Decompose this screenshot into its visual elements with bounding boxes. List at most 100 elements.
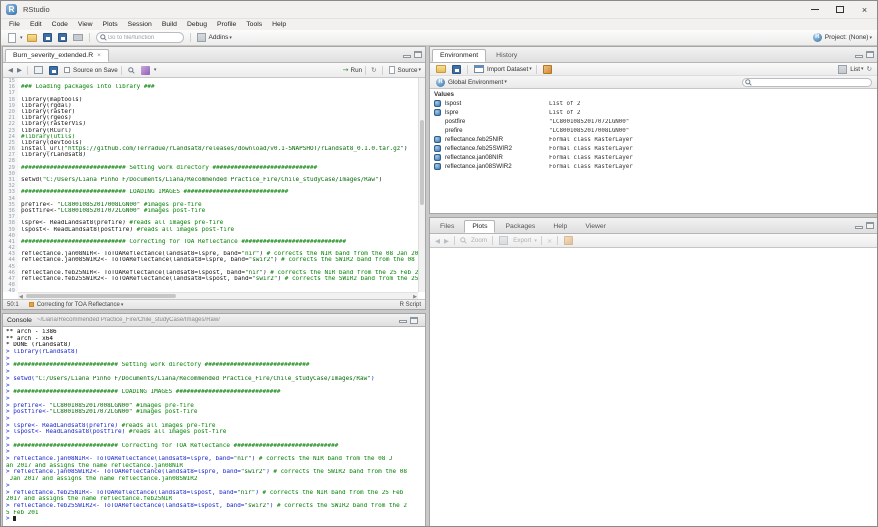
menu-edit[interactable]: Edit	[25, 21, 47, 28]
open-file-icon[interactable]	[27, 34, 37, 42]
source-on-save-checkbox[interactable]	[64, 67, 70, 73]
remove-plot-icon[interactable]: ×	[547, 237, 552, 245]
menu-code[interactable]: Code	[47, 21, 73, 28]
print-icon[interactable]	[73, 34, 83, 41]
object-value: Formal class RasterLayer	[549, 146, 633, 152]
new-file-caret-icon[interactable]: ▾	[20, 35, 23, 41]
maximize-pane-icon[interactable]	[866, 222, 874, 229]
workspace-panes-icon[interactable]	[197, 33, 206, 42]
tab-viewer[interactable]: Viewer	[577, 220, 614, 233]
menu-help[interactable]: Help	[267, 21, 291, 28]
minimize-button[interactable]	[802, 1, 827, 18]
tab-plots[interactable]: Plots	[464, 220, 495, 233]
menu-profile[interactable]: Profile	[212, 21, 241, 28]
show-in-new-window-icon[interactable]	[34, 66, 43, 74]
environment-item[interactable]: lspostList of 2	[430, 99, 877, 108]
environment-item[interactable]: postfire"LC80010852017072LGN00"	[430, 117, 877, 126]
source-button[interactable]: Source	[398, 67, 418, 74]
close-button[interactable]: ×	[852, 1, 877, 18]
back-icon[interactable]: ◀	[8, 66, 13, 74]
menu-file[interactable]: File	[4, 21, 25, 28]
minimize-pane-icon[interactable]	[403, 55, 411, 58]
maximize-pane-icon[interactable]	[414, 51, 422, 58]
next-plot-icon[interactable]: ▶	[444, 237, 449, 245]
spacer-icon	[434, 118, 441, 125]
maximize-pane-icon[interactable]	[410, 317, 418, 324]
tab-history[interactable]: History	[488, 49, 525, 62]
maximize-pane-icon[interactable]	[866, 51, 874, 58]
environment-item[interactable]: reflectance.feb25NIRFormal class RasterL…	[430, 135, 877, 144]
list-view-button[interactable]: List	[850, 66, 860, 73]
previous-plot-icon[interactable]: ◀	[435, 237, 440, 245]
editor-vertical-scrollbar[interactable]	[418, 78, 425, 292]
console-output-line: ** arch - x64	[6, 336, 425, 343]
save-workspace-icon[interactable]	[452, 65, 461, 74]
console-output-area[interactable]: ** arch - i386** arch - x64* DONE (rLand…	[3, 327, 425, 526]
menu-view[interactable]: View	[73, 21, 98, 28]
console-input-line: >	[6, 416, 425, 423]
tab-files[interactable]: Files	[432, 220, 462, 233]
import-dataset-caret-icon: ▾	[529, 66, 532, 72]
console-input-line: >	[6, 449, 425, 456]
environment-search-box[interactable]	[742, 78, 872, 87]
minimize-pane-icon[interactable]	[855, 226, 863, 229]
global-environment-selector[interactable]: Global Environment	[448, 79, 503, 86]
environment-item[interactable]: lspreList of 2	[430, 108, 877, 117]
maximize-button[interactable]	[827, 1, 852, 18]
zoom-button[interactable]: Zoom	[471, 237, 487, 244]
tab-packages[interactable]: Packages	[497, 220, 543, 233]
code-editor[interactable]: 1516### Loading packages into library ##…	[3, 78, 418, 292]
values-section-header: Values	[430, 89, 877, 99]
save-icon[interactable]	[43, 33, 52, 42]
new-file-icon[interactable]	[8, 33, 16, 43]
clear-objects-icon[interactable]	[543, 65, 552, 74]
close-tab-icon[interactable]: ×	[97, 52, 101, 59]
code-tools-icon[interactable]	[141, 66, 150, 75]
scrollbar-thumb[interactable]	[420, 120, 424, 205]
project-menu-button[interactable]: Project: (None)	[825, 34, 869, 41]
menu-session[interactable]: Session	[123, 21, 157, 28]
minimize-pane-icon[interactable]	[855, 55, 863, 58]
menu-debug[interactable]: Debug	[182, 21, 212, 28]
editor-horizontal-scrollbar[interactable]: ◀ ▶	[18, 292, 418, 299]
environment-item[interactable]: reflectance.jan08SWIR2Formal class Raste…	[430, 162, 877, 171]
section-navigator[interactable]: Correcting for TOA Reflectance	[37, 302, 120, 308]
goto-file-function-box[interactable]	[96, 32, 184, 43]
save-all-icon[interactable]	[58, 33, 67, 42]
environment-item[interactable]: reflectance.feb25SWIR2Formal class Raste…	[430, 144, 877, 153]
menu-tools[interactable]: Tools	[241, 21, 267, 28]
environment-object-list: Values lspostList of 2lspreList of 2post…	[430, 89, 877, 213]
console-input-line: > lspre<- ReadLandsat8(prefire) #reads a…	[6, 423, 425, 430]
load-workspace-icon[interactable]	[436, 65, 446, 73]
tab-burn-severity-extended[interactable]: Burn_severity_extended.R×	[5, 49, 109, 62]
clear-plots-icon[interactable]	[564, 236, 573, 245]
console-output-line: * DONE (rLandsat8)	[6, 342, 425, 349]
environment-search-input[interactable]	[752, 79, 871, 85]
environment-item[interactable]: reflectance.jan08NIRFormal class RasterL…	[430, 153, 877, 162]
zoom-icon[interactable]	[460, 237, 467, 244]
forward-icon[interactable]: ▶	[17, 66, 22, 74]
tab-environment[interactable]: Environment	[432, 49, 486, 62]
menu-plots[interactable]: Plots	[98, 21, 123, 28]
scrollbar-thumb[interactable]	[26, 294, 176, 298]
tab-help[interactable]: Help	[545, 220, 575, 233]
environment-item[interactable]: prefire"LC80010852017008LGN00"	[430, 126, 877, 135]
save-document-icon[interactable]	[49, 66, 58, 75]
refresh-icon[interactable]: ↻	[867, 65, 872, 73]
run-button[interactable]: Run	[351, 67, 363, 74]
console-input-line: > reflectance.feb25NIR<- ToTOAReflectanc…	[6, 490, 425, 497]
find-replace-icon[interactable]	[128, 67, 135, 74]
source-script-icon	[389, 66, 395, 74]
menu-build[interactable]: Build	[157, 21, 182, 28]
plots-toolbar: ◀ ▶ Zoom Export ▾ ×	[430, 234, 877, 248]
minimize-pane-icon[interactable]	[399, 320, 407, 323]
export-button[interactable]: Export	[513, 237, 531, 244]
goto-file-function-input[interactable]	[108, 35, 176, 41]
source-caret-icon: ▾	[418, 67, 421, 73]
addins-button[interactable]: Addins	[209, 34, 229, 41]
rerun-icon[interactable]: ↻	[371, 66, 376, 74]
object-name: reflectance.jan08NIR	[445, 154, 549, 161]
file-type-label[interactable]: R Script	[400, 302, 421, 308]
console-wrapped-comment-line: 5 Feb 201	[6, 510, 425, 517]
import-dataset-button[interactable]: Import Dataset	[487, 66, 528, 73]
